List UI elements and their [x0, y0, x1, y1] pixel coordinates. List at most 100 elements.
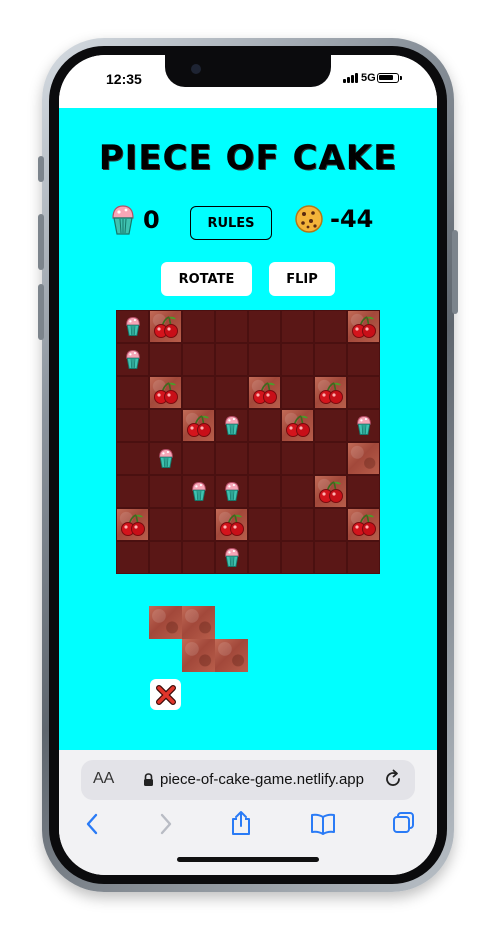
- board-cell-empty[interactable]: [149, 541, 182, 574]
- board-cell-empty[interactable]: [248, 541, 281, 574]
- board-cell-empty[interactable]: [281, 508, 314, 541]
- board-cell-cherry-cake[interactable]: [116, 508, 149, 541]
- piece-cell[interactable]: [182, 639, 215, 672]
- board-cell-empty[interactable]: [347, 475, 380, 508]
- board-cell-empty[interactable]: [281, 376, 314, 409]
- cupcake-icon: [158, 449, 173, 468]
- board-cell-empty[interactable]: [182, 343, 215, 376]
- board-cell-empty[interactable]: [248, 310, 281, 343]
- cherry-icon: [219, 513, 244, 536]
- board-cell-empty[interactable]: [248, 475, 281, 508]
- board-cell-empty[interactable]: [215, 343, 248, 376]
- board-cell-empty[interactable]: [314, 310, 347, 343]
- board-cell-empty[interactable]: [314, 541, 347, 574]
- board-cell-cake[interactable]: [347, 442, 380, 475]
- piece-cell[interactable]: [149, 606, 182, 639]
- board-cell-cherry-cake[interactable]: [149, 310, 182, 343]
- cherry-icon: [351, 513, 376, 536]
- reload-icon[interactable]: [383, 769, 403, 789]
- board-cell-empty[interactable]: [248, 343, 281, 376]
- board-cell-cherry-cake[interactable]: [347, 310, 380, 343]
- board-cell-empty[interactable]: [314, 409, 347, 442]
- status-bar: 12:35 5G: [59, 55, 437, 108]
- board-cell-empty[interactable]: [314, 442, 347, 475]
- board-cell-cupcake[interactable]: [116, 310, 149, 343]
- piece-cell[interactable]: [215, 639, 248, 672]
- board-cell-empty[interactable]: [347, 541, 380, 574]
- cherry-icon: [153, 315, 178, 338]
- forward-icon[interactable]: [159, 813, 173, 835]
- tabs-icon[interactable]: [392, 811, 416, 835]
- board-cell-cherry-cake[interactable]: [182, 409, 215, 442]
- current-piece[interactable]: [149, 606, 248, 672]
- board-cell-empty[interactable]: [149, 409, 182, 442]
- board-cell-cupcake[interactable]: [182, 475, 215, 508]
- rotate-button[interactable]: ROTATE: [161, 262, 252, 296]
- board-cell-empty[interactable]: [149, 475, 182, 508]
- cupcake-score-value: 0: [143, 206, 160, 234]
- cupcake-icon: [224, 416, 239, 435]
- board-cell-empty[interactable]: [347, 376, 380, 409]
- board-cell-cherry-cake[interactable]: [248, 376, 281, 409]
- board-cell-empty[interactable]: [182, 376, 215, 409]
- board-cell-empty[interactable]: [116, 409, 149, 442]
- url-bar[interactable]: AA piece-of-cake-game.netlify.app: [81, 760, 415, 800]
- board-cell-cherry-cake[interactable]: [281, 409, 314, 442]
- board-cell-empty[interactable]: [116, 442, 149, 475]
- home-indicator: [177, 857, 319, 862]
- board-cell-empty[interactable]: [281, 343, 314, 376]
- url-text[interactable]: piece-of-cake-game.netlify.app: [160, 771, 364, 788]
- camera-icon: [191, 64, 201, 74]
- board-cell-empty[interactable]: [281, 310, 314, 343]
- board-cell-empty[interactable]: [248, 442, 281, 475]
- bookmarks-icon[interactable]: [310, 813, 336, 835]
- board-cell-empty[interactable]: [314, 508, 347, 541]
- board-cell-empty[interactable]: [116, 376, 149, 409]
- board-cell-cherry-cake[interactable]: [347, 508, 380, 541]
- board-cell-cherry-cake[interactable]: [314, 376, 347, 409]
- board-cell-empty[interactable]: [215, 442, 248, 475]
- board-cell-empty[interactable]: [182, 508, 215, 541]
- board-cell-cupcake[interactable]: [215, 409, 248, 442]
- piece-cell[interactable]: [182, 606, 215, 639]
- board-cell-empty[interactable]: [347, 343, 380, 376]
- board-cell-cupcake[interactable]: [149, 442, 182, 475]
- board-cell-empty[interactable]: [314, 343, 347, 376]
- board-cell-empty[interactable]: [182, 310, 215, 343]
- rules-button[interactable]: RULES: [190, 206, 272, 240]
- cupcake-icon: [224, 548, 239, 567]
- board-cell-empty[interactable]: [248, 409, 281, 442]
- board-cell-empty[interactable]: [182, 541, 215, 574]
- cancel-button[interactable]: [150, 679, 181, 710]
- flip-button[interactable]: FLIP: [269, 262, 335, 296]
- board-cell-empty[interactable]: [281, 541, 314, 574]
- board-cell-empty[interactable]: [281, 442, 314, 475]
- close-icon: [155, 684, 176, 705]
- board-cell-empty[interactable]: [116, 475, 149, 508]
- board-cell-cherry-cake[interactable]: [149, 376, 182, 409]
- board-cell-empty[interactable]: [182, 442, 215, 475]
- board-cell-cupcake[interactable]: [215, 541, 248, 574]
- board-cell-empty[interactable]: [116, 541, 149, 574]
- board-cell-empty[interactable]: [215, 310, 248, 343]
- board-cell-cupcake[interactable]: [116, 343, 149, 376]
- board-cell-empty[interactable]: [149, 343, 182, 376]
- board-cell-cupcake[interactable]: [347, 409, 380, 442]
- cherry-icon: [252, 381, 277, 404]
- share-icon[interactable]: [230, 810, 252, 836]
- board-cell-empty[interactable]: [215, 376, 248, 409]
- cupcake-icon: [356, 416, 371, 435]
- cherry-icon: [351, 315, 376, 338]
- board-cell-cherry-cake[interactable]: [314, 475, 347, 508]
- back-icon[interactable]: [85, 813, 99, 835]
- cupcake-icon: [191, 482, 206, 501]
- game-board[interactable]: [116, 310, 380, 574]
- board-cell-cherry-cake[interactable]: [215, 508, 248, 541]
- board-cell-empty[interactable]: [281, 475, 314, 508]
- cookie-score-value: -44: [330, 205, 374, 233]
- board-cell-empty[interactable]: [149, 508, 182, 541]
- browser-bar: AA piece-of-cake-game.netlify.app: [59, 750, 437, 875]
- text-size-button[interactable]: AA: [93, 770, 114, 788]
- board-cell-empty[interactable]: [248, 508, 281, 541]
- board-cell-cupcake[interactable]: [215, 475, 248, 508]
